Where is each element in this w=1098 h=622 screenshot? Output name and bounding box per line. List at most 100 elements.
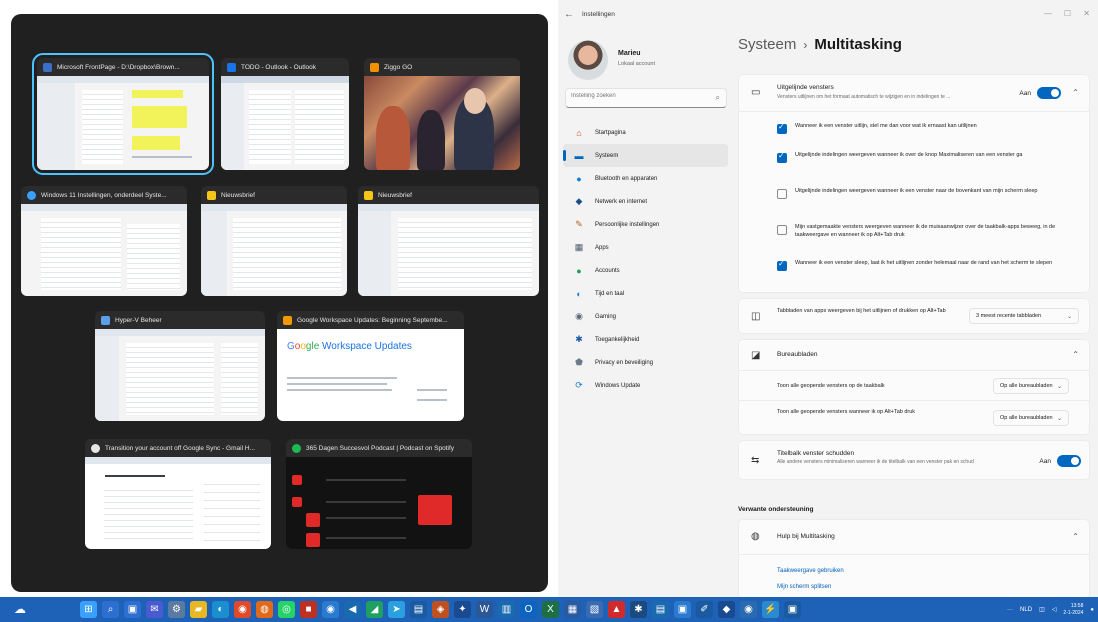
app-icon[interactable]: ✱ <box>630 601 647 618</box>
clock[interactable]: 13:58 2-1-2024 <box>1063 603 1083 617</box>
acrobat-icon[interactable]: ▲ <box>608 601 625 618</box>
title-shake-toggle[interactable] <box>1057 455 1081 467</box>
sidebar-item-tijd-taal[interactable]: ◐ Tijd en taal <box>563 282 728 305</box>
network-icon[interactable]: ◫ <box>1039 606 1045 613</box>
snap-window-hyperv[interactable]: Hyper-V Beheer <box>95 311 265 421</box>
snap-window-outlook[interactable]: TODO - Outlook - Outlook <box>221 58 349 170</box>
back-arrow-icon[interactable]: ← <box>564 9 574 20</box>
app-icon[interactable]: ◉ <box>740 601 757 618</box>
snap-window-google-workspace[interactable]: Google Workspace Updates: Beginning Sept… <box>277 311 464 421</box>
chevron-down-icon: ⌄ <box>1056 415 1062 422</box>
snap-assist-panel: Microsoft FrontPage - D:\Dropbox\Brown..… <box>11 14 548 592</box>
word-icon[interactable]: W <box>476 601 493 618</box>
settings-icon[interactable]: ⚙ <box>168 601 185 618</box>
app-icon[interactable]: ▤ <box>652 601 669 618</box>
maximize-button[interactable]: ☐ <box>1064 9 1071 18</box>
checkbox[interactable] <box>777 259 787 271</box>
thumb-title: 365 Dagen Succesvol Podcast | Podcast on… <box>306 444 455 452</box>
edge-icon[interactable]: ◐ <box>212 601 229 618</box>
link-scherm-splitsen[interactable]: Mijn scherm splitsen <box>777 584 831 590</box>
snap-window-frontpage[interactable]: Microsoft FrontPage - D:\Dropbox\Brown..… <box>32 53 214 175</box>
outlook-icon[interactable]: O <box>520 601 537 618</box>
close-button[interactable]: ✕ <box>1083 9 1090 18</box>
app-icon[interactable]: ◀ <box>344 601 361 618</box>
desktops-taskbar-dropdown[interactable]: Op alle bureaubladen ⌄ <box>993 378 1069 394</box>
app-icon[interactable]: ◆ <box>718 601 735 618</box>
telegram-icon[interactable]: ➤ <box>388 601 405 618</box>
snap-window-ziggo[interactable]: Ziggo GO <box>364 58 520 170</box>
app-icon[interactable]: ▧ <box>586 601 603 618</box>
whatsapp-icon[interactable]: ◎ <box>278 601 295 618</box>
snap-window-nieuwsbrief-2[interactable]: Nieuwsbrief <box>358 186 539 296</box>
sidebar-item-label: Systeem <box>595 152 619 159</box>
desktops-card: ◪ Bureaubladen ⌃ Toon alle geopende vens… <box>738 339 1090 435</box>
snap-option-4: Mijn vastgemaakte vensters weergeven wan… <box>777 223 1077 243</box>
checkbox[interactable] <box>777 122 787 134</box>
desktops-alttab-dropdown[interactable]: Op alle bureaubladen ⌄ <box>993 410 1069 426</box>
start-icon[interactable]: ⊞ <box>80 601 97 618</box>
breadcrumb-parent[interactable]: Systeem <box>738 36 796 53</box>
sidebar-item-systeem[interactable]: ▬ Systeem <box>563 144 728 167</box>
sidebar-item-accounts[interactable]: ● Accounts <box>563 259 728 282</box>
app-icon[interactable]: ✐ <box>696 601 713 618</box>
avatar <box>568 40 608 80</box>
app-icon[interactable]: ✦ <box>454 601 471 618</box>
settings-search-box[interactable]: ⌕ <box>565 88 727 108</box>
snap-windows-toggle[interactable] <box>1037 87 1061 99</box>
app-icon[interactable]: ◢ <box>366 601 383 618</box>
app-icon[interactable]: ▣ <box>784 601 801 618</box>
sidebar-item-windows-update[interactable]: ⟳ Windows Update <box>563 374 728 397</box>
sidebar-item-label: Tijd en taal <box>595 290 625 297</box>
chevron-up-icon[interactable]: ⌃ <box>1072 350 1079 359</box>
file-explorer-icon[interactable]: ▰ <box>190 601 207 618</box>
volume-icon[interactable]: ◁ <box>1052 606 1057 613</box>
snap-window-spotify[interactable]: 365 Dagen Succesvol Podcast | Podcast on… <box>286 439 472 549</box>
search-input[interactable] <box>571 93 701 99</box>
widgets-icon[interactable]: ☁ <box>14 602 26 616</box>
checkbox[interactable] <box>777 225 787 235</box>
sidebar-item-gaming[interactable]: ◉ Gaming <box>563 305 728 328</box>
app-icon[interactable]: ⚡ <box>762 601 779 618</box>
minimize-button[interactable]: — <box>1044 9 1052 18</box>
app-icon[interactable]: ▣ <box>674 601 691 618</box>
chrome-icon[interactable]: ◉ <box>234 601 251 618</box>
sidebar-item-netwerk[interactable]: ◆ Netwerk en internet <box>563 190 728 213</box>
search-icon[interactable]: ⌕ <box>102 601 119 618</box>
sidebar-item-persoonlijk[interactable]: ✎ Persoonlijke instellingen <box>563 213 728 236</box>
sidebar-item-toegankelijkheid[interactable]: ✱ Toegankelijkheid <box>563 328 728 351</box>
notification-icon[interactable]: ● <box>1090 607 1094 613</box>
checkbox[interactable] <box>777 151 787 163</box>
excel-icon[interactable]: X <box>542 601 559 618</box>
chevron-up-icon[interactable]: ⌃ <box>1072 532 1079 541</box>
user-profile[interactable]: Marieu Lokaal account <box>568 40 728 80</box>
task-view-icon[interactable]: ▣ <box>124 601 141 618</box>
checkbox[interactable] <box>777 189 787 199</box>
sidebar-item-privacy[interactable]: ⬟ Privacy en beveiliging <box>563 351 728 374</box>
search-icon[interactable]: ⌕ <box>716 93 720 103</box>
app-icon[interactable]: ▤ <box>410 601 427 618</box>
google-workspace-heading: Google Workspace Updates <box>287 341 412 352</box>
app-icon[interactable]: ◉ <box>322 601 339 618</box>
title-shake-desc: Alle andere vensters minimaliseren wanne… <box>777 459 974 465</box>
firefox-icon[interactable]: ◍ <box>256 601 273 618</box>
link-taakweergave[interactable]: Taakweergave gebruiken <box>777 568 844 574</box>
sidebar-item-startpagina[interactable]: ⌂ Startpagina <box>563 121 728 144</box>
snap-window-settings-doc[interactable]: Windows 11 Instellingen, onderdeel Syste… <box>21 186 187 296</box>
snap-window-gmail-help[interactable]: Transition your account off Google Sync … <box>85 439 271 549</box>
sidebar-item-apps[interactable]: ▦ Apps <box>563 236 728 259</box>
app-icon[interactable]: ▦ <box>564 601 581 618</box>
language-indicator[interactable]: NLD <box>1020 607 1032 613</box>
app-icon[interactable]: ■ <box>300 601 317 618</box>
frontpage-icon <box>43 62 52 72</box>
chevron-up-icon[interactable]: ⌃ <box>1072 88 1079 97</box>
thumb-titlebar: Nieuwsbrief <box>201 186 347 204</box>
alt-tab-title: Tabbladen van apps weergeven bij het uit… <box>777 308 946 314</box>
sidebar-item-bluetooth[interactable]: ● Bluetooth en apparaten <box>563 167 728 190</box>
chat-icon[interactable]: ✉ <box>146 601 163 618</box>
alt-tab-dropdown[interactable]: 3 meest recente tabbladen ⌄ <box>969 308 1079 324</box>
help-title[interactable]: Hulp bij Multitasking <box>777 533 835 540</box>
app-icon[interactable]: ◈ <box>432 601 449 618</box>
app-icon[interactable]: ▥ <box>498 601 515 618</box>
tray-overflow-icon[interactable]: ··· <box>1007 607 1013 613</box>
snap-window-nieuwsbrief-1[interactable]: Nieuwsbrief <box>201 186 347 296</box>
